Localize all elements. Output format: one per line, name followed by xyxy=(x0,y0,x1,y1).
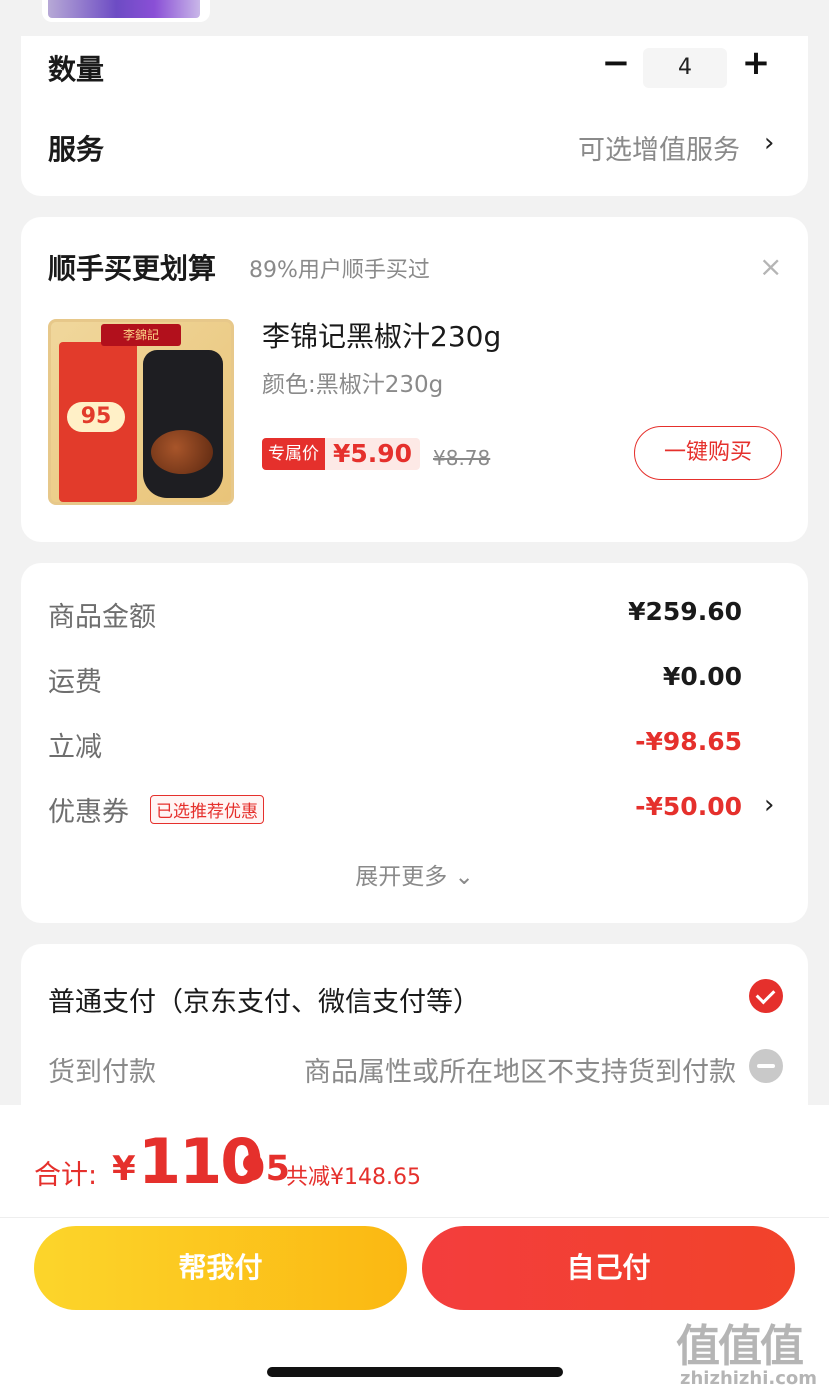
sauce-pouch-graphic xyxy=(143,350,223,498)
coupon-value[interactable]: -¥50.00 xyxy=(635,792,742,821)
addon-title: 顺手买更划算 xyxy=(48,252,217,285)
brand-logo: 李錦記 xyxy=(101,324,181,346)
price-summary-card: 商品金额 ¥259.60 运费 ¥0.00 立减 -¥98.65 优惠券 已选推… xyxy=(21,563,808,923)
service-selector[interactable]: 可选增值服务 xyxy=(578,128,740,167)
coupon-recommended-tag: 已选推荐优惠 xyxy=(150,795,264,824)
help-me-pay-button[interactable]: 帮我付 xyxy=(34,1226,407,1310)
home-indicator[interactable] xyxy=(267,1367,563,1377)
chevron-right-icon[interactable]: › xyxy=(764,128,774,158)
disabled-icon xyxy=(749,1049,783,1083)
chevron-right-icon[interactable]: › xyxy=(764,790,774,820)
normal-payment-option[interactable]: 普通支付（京东支付、微信支付等） xyxy=(48,980,480,1019)
product-image xyxy=(48,0,200,18)
addon-product-name[interactable]: 李锦记黑椒汁230g xyxy=(262,315,501,355)
checkout-bar: 合计: ¥ 110 .95 共减¥148.65 帮我付 自己付 值值值 zhiz… xyxy=(0,1105,829,1395)
total-label: 合计: xyxy=(34,1160,98,1191)
shipping-value: ¥0.00 xyxy=(662,662,742,691)
exclusive-price-tag: 专属价 ¥5.90 xyxy=(262,437,421,471)
food-graphic xyxy=(151,430,213,474)
addon-product-spec: 颜色:黑椒汁230g xyxy=(262,372,444,398)
total-amount-decimal: .95 xyxy=(228,1149,291,1189)
coupon-label[interactable]: 优惠券 xyxy=(48,790,129,829)
addon-recommendation-card: 顺手买更划算 89%用户顺手买过 × 李錦記 95 李锦记黑椒汁230g 颜色:… xyxy=(21,217,808,542)
close-icon[interactable]: × xyxy=(759,253,782,281)
cod-unavailable-note: 商品属性或所在地区不支持货到付款 xyxy=(304,1057,736,1088)
watermark-site: zhizhizhi.com xyxy=(680,1368,818,1389)
goods-amount-value: ¥259.60 xyxy=(628,597,742,626)
instant-discount-value: -¥98.65 xyxy=(635,727,742,756)
quantity-input[interactable]: 4 xyxy=(643,48,727,88)
service-label: 服务 xyxy=(48,133,105,166)
addon-product-image[interactable]: 李錦記 95 xyxy=(48,319,234,505)
shipping-label: 运费 xyxy=(48,667,102,698)
addon-subtitle: 89%用户顺手买过 xyxy=(249,258,430,283)
previous-product-thumbnail xyxy=(42,0,210,22)
quantity-label: 数量 xyxy=(48,53,105,86)
exclusive-price-label: 专属价 xyxy=(262,438,325,470)
checked-icon[interactable] xyxy=(749,979,783,1013)
exclusive-price-value: ¥5.90 xyxy=(325,438,421,470)
divider xyxy=(0,1217,829,1218)
expand-more-button[interactable]: 展开更多 ⌄ xyxy=(21,857,808,891)
total-currency: ¥ xyxy=(112,1149,136,1189)
pay-myself-button[interactable]: 自己付 xyxy=(422,1226,795,1310)
watermark-logo: 值值值 xyxy=(676,1321,804,1372)
watermark: 值值值 zhizhizhi.com xyxy=(676,1310,817,1389)
discount-badge: 95 xyxy=(67,402,125,432)
order-options-card: 数量 − 4 + 服务 可选增值服务 › xyxy=(21,36,808,196)
instant-discount-label: 立减 xyxy=(48,732,102,763)
quantity-increase-button[interactable]: + xyxy=(741,46,771,80)
original-price: ¥8.78 xyxy=(433,446,491,470)
goods-amount-label: 商品金额 xyxy=(48,602,156,633)
quantity-decrease-button[interactable]: − xyxy=(601,46,631,80)
one-click-buy-button[interactable]: 一键购买 xyxy=(634,426,782,480)
cod-payment-label: 货到付款 xyxy=(48,1057,156,1088)
total-savings: 共减¥148.65 xyxy=(286,1165,421,1190)
